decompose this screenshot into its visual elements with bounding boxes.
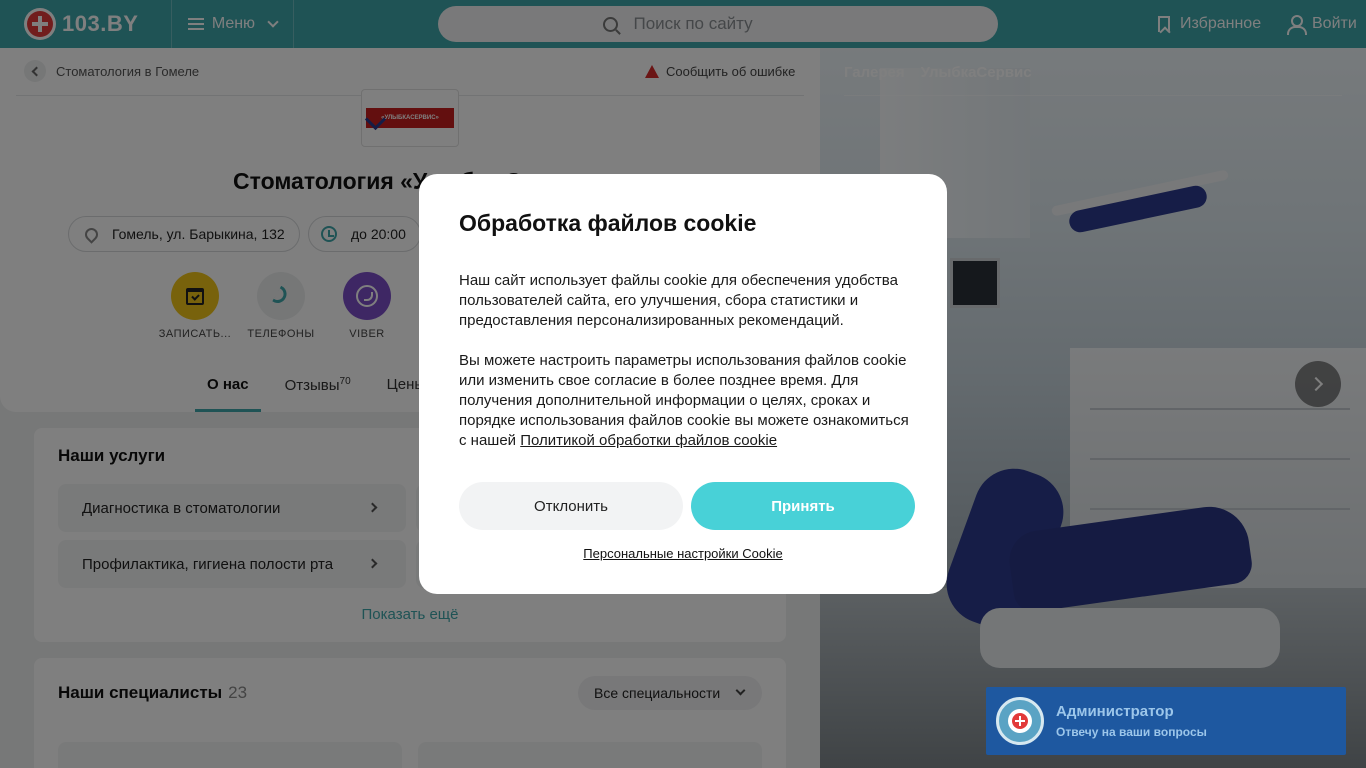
chat-subtitle: Отвечу на ваши вопросы: [1056, 725, 1207, 739]
chat-widget[interactable]: Администратор Отвечу на ваши вопросы: [986, 687, 1346, 755]
chat-name: Администратор: [1056, 703, 1174, 720]
decline-button[interactable]: Отклонить: [459, 482, 683, 530]
cookie-paragraph-1: Наш сайт использует файлы cookie для обе…: [459, 272, 898, 329]
cookie-policy-link[interactable]: Политикой обработки файлов cookie: [520, 432, 777, 449]
cookie-modal: Обработка файлов cookie Наш сайт использ…: [419, 174, 947, 594]
personal-cookie-settings-link[interactable]: Персональные настройки Cookie: [419, 546, 947, 561]
chat-avatar-icon: [996, 697, 1044, 745]
cookie-modal-title: Обработка файлов cookie: [459, 210, 757, 236]
cookie-paragraph-2: Вы можете настроить параметры использова…: [459, 352, 909, 449]
accept-button[interactable]: Принять: [691, 482, 915, 530]
